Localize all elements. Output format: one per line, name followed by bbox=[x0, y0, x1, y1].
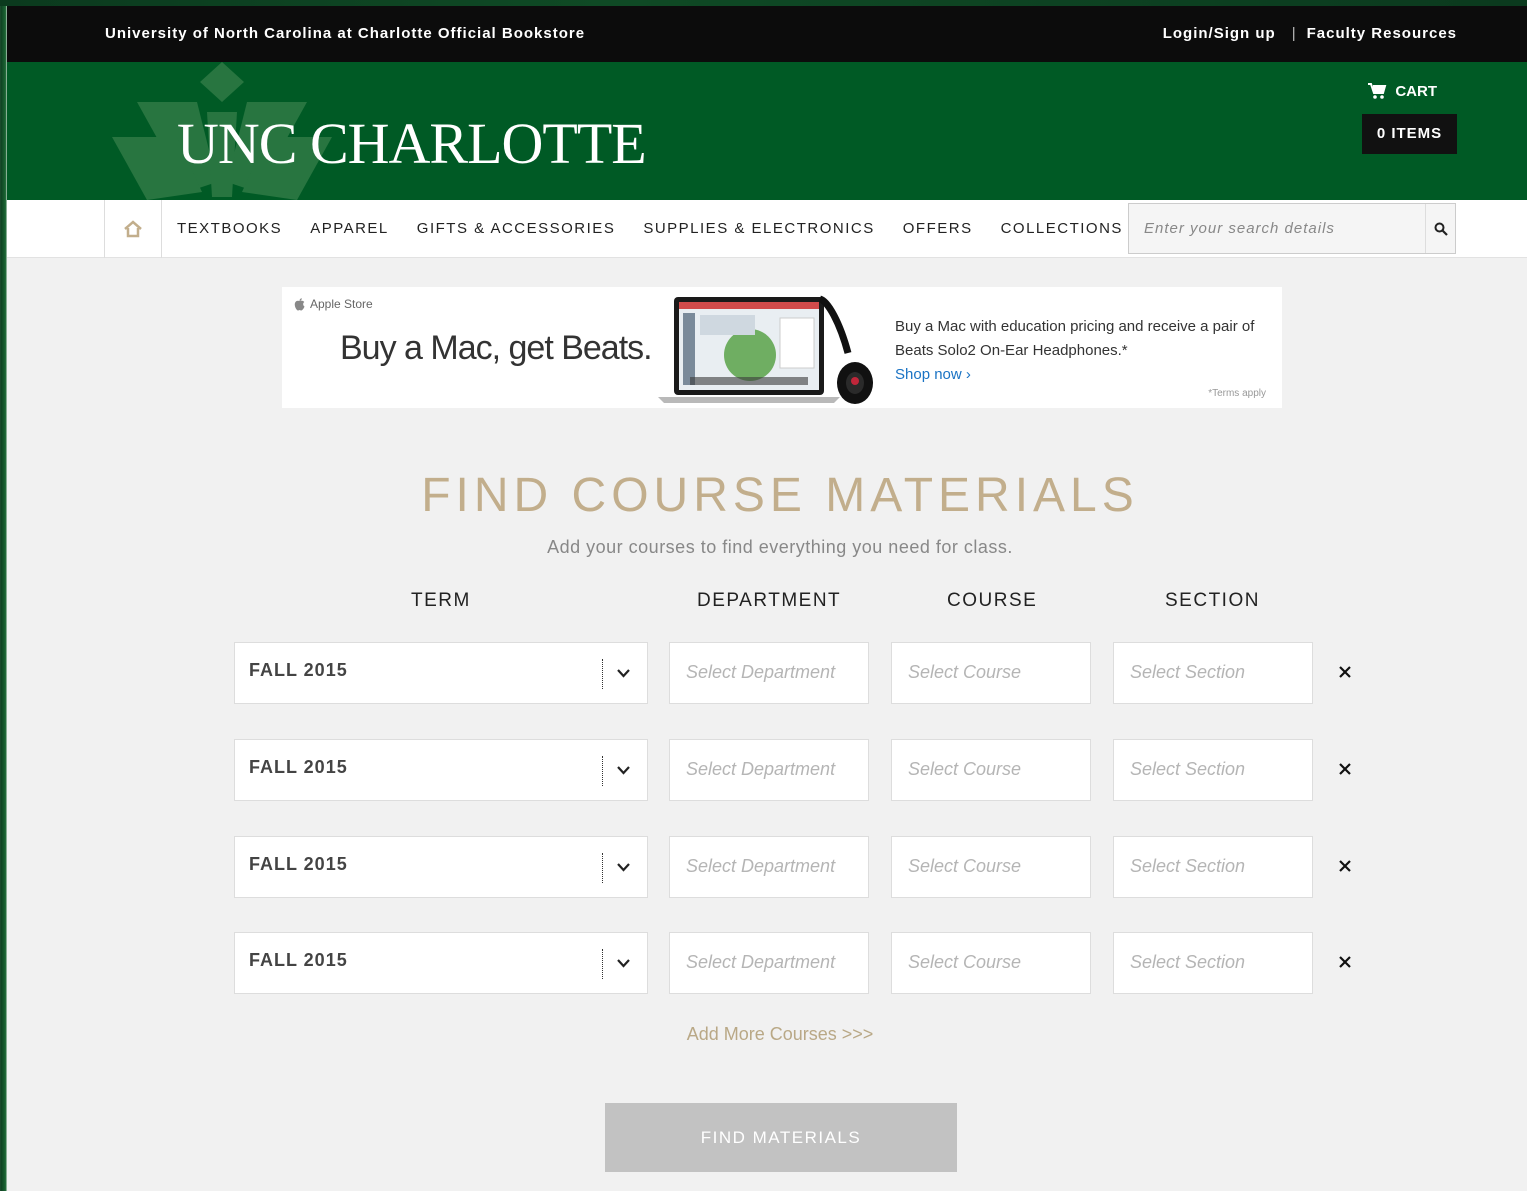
term-value: FALL 2015 bbox=[249, 660, 348, 680]
cart-items-button[interactable]: 0 ITEMS bbox=[1362, 114, 1457, 154]
department-placeholder: Select Department bbox=[686, 952, 836, 972]
home-icon bbox=[124, 220, 142, 238]
course-row: FALL 2015 Select Department Select Cours… bbox=[7, 642, 1527, 704]
remove-row-button[interactable] bbox=[1335, 757, 1355, 781]
section-placeholder: Select Section bbox=[1130, 759, 1246, 779]
site-logo[interactable]: UNC CHARLOTTE bbox=[177, 110, 647, 177]
utility-bar: University of North Carolina at Charlott… bbox=[7, 6, 1527, 62]
column-header-term: TERM bbox=[411, 590, 471, 611]
term-value: FALL 2015 bbox=[249, 950, 348, 970]
find-materials-button[interactable]: FIND MATERIALS bbox=[605, 1103, 957, 1172]
page-title: FIND COURSE MATERIALS bbox=[421, 469, 1139, 522]
apple-icon bbox=[294, 297, 305, 310]
nav-item-collections[interactable]: COLLECTIONS bbox=[1001, 220, 1123, 237]
course-select[interactable]: Select Course bbox=[891, 932, 1091, 994]
column-header-section: SECTION bbox=[1165, 590, 1260, 611]
home-button[interactable] bbox=[104, 200, 162, 258]
search-icon bbox=[1434, 222, 1448, 236]
column-header-course: COURSE bbox=[947, 590, 1038, 611]
select-divider bbox=[602, 949, 603, 979]
select-divider bbox=[602, 659, 603, 689]
nav-item-textbooks[interactable]: TEXTBOOKS bbox=[177, 220, 282, 237]
course-placeholder: Select Course bbox=[908, 952, 1022, 972]
select-divider bbox=[602, 853, 603, 883]
shop-now-link[interactable]: Shop now › bbox=[895, 366, 971, 383]
cart-link[interactable]: CART bbox=[1367, 82, 1437, 100]
chevron-down-icon bbox=[617, 959, 630, 968]
course-select[interactable]: Select Course bbox=[891, 836, 1091, 898]
select-divider bbox=[602, 756, 603, 786]
remove-row-button[interactable] bbox=[1335, 854, 1355, 878]
apple-store-text: Apple Store bbox=[310, 297, 373, 311]
chevron-down-icon bbox=[617, 766, 630, 775]
macbook-beats-image bbox=[658, 295, 873, 404]
page: University of North Carolina at Charlott… bbox=[7, 6, 1527, 1191]
course-placeholder: Select Course bbox=[908, 662, 1022, 682]
department-select[interactable]: Select Department bbox=[669, 739, 869, 801]
department-placeholder: Select Department bbox=[686, 856, 836, 876]
department-select[interactable]: Select Department bbox=[669, 642, 869, 704]
course-placeholder: Select Course bbox=[908, 759, 1022, 779]
term-select[interactable]: FALL 2015 bbox=[234, 932, 648, 994]
section-select[interactable]: Select Section bbox=[1113, 932, 1313, 994]
faculty-resources-link[interactable]: Faculty Resources bbox=[1307, 25, 1457, 42]
section-select[interactable]: Select Section bbox=[1113, 739, 1313, 801]
apple-store-label: Apple Store bbox=[294, 297, 373, 311]
section-select[interactable]: Select Section bbox=[1113, 836, 1313, 898]
section-select[interactable]: Select Section bbox=[1113, 642, 1313, 704]
column-header-department: DEPARTMENT bbox=[697, 590, 842, 611]
term-select[interactable]: FALL 2015 bbox=[234, 836, 648, 898]
login-link[interactable]: Login/Sign up bbox=[1163, 25, 1276, 42]
close-icon bbox=[1339, 956, 1351, 968]
search-box bbox=[1128, 203, 1456, 254]
section-placeholder: Select Section bbox=[1130, 662, 1246, 682]
term-value: FALL 2015 bbox=[249, 757, 348, 777]
course-row: FALL 2015 Select Department Select Cours… bbox=[7, 932, 1527, 994]
section-placeholder: Select Section bbox=[1130, 952, 1246, 972]
main-nav: TEXTBOOKS APPAREL GIFTS & ACCESSORIES SU… bbox=[7, 200, 1527, 258]
store-name: University of North Carolina at Charlott… bbox=[105, 25, 586, 42]
course-placeholder: Select Course bbox=[908, 856, 1022, 876]
remove-row-button[interactable] bbox=[1335, 950, 1355, 974]
department-select[interactable]: Select Department bbox=[669, 932, 869, 994]
course-row: FALL 2015 Select Department Select Cours… bbox=[7, 836, 1527, 898]
chevron-down-icon bbox=[617, 863, 630, 872]
term-select[interactable]: FALL 2015 bbox=[234, 642, 648, 704]
site-header: UNC CHARLOTTE CART 0 ITEMS bbox=[7, 62, 1527, 200]
term-select[interactable]: FALL 2015 bbox=[234, 739, 648, 801]
course-select[interactable]: Select Course bbox=[891, 739, 1091, 801]
close-icon bbox=[1339, 860, 1351, 872]
terms-note: *Terms apply bbox=[1208, 388, 1266, 399]
utility-links: Login/Sign up | Faculty Resources bbox=[1163, 25, 1457, 42]
apple-promo-banner[interactable]: Apple Store Buy a Mac, get Beats. Buy a … bbox=[282, 287, 1282, 408]
nav-item-gifts-accessories[interactable]: GIFTS & ACCESSORIES bbox=[417, 220, 616, 237]
course-select[interactable]: Select Course bbox=[891, 642, 1091, 704]
search-button[interactable] bbox=[1425, 204, 1455, 253]
course-row: FALL 2015 Select Department Select Cours… bbox=[7, 739, 1527, 801]
add-more-label[interactable]: Add More Courses >>> bbox=[687, 1024, 874, 1044]
promo-headline: Buy a Mac, get Beats. bbox=[340, 329, 653, 367]
close-icon bbox=[1339, 763, 1351, 775]
term-value: FALL 2015 bbox=[249, 854, 348, 874]
remove-row-button[interactable] bbox=[1335, 660, 1355, 684]
nav-item-offers[interactable]: OFFERS bbox=[903, 220, 973, 237]
add-more-courses-link[interactable]: Add More Courses >>> bbox=[7, 1024, 1527, 1045]
close-icon bbox=[1339, 666, 1351, 678]
nav-item-apparel[interactable]: APPAREL bbox=[310, 220, 389, 237]
department-select[interactable]: Select Department bbox=[669, 836, 869, 898]
nav-menu: TEXTBOOKS APPAREL GIFTS & ACCESSORIES SU… bbox=[177, 220, 1151, 237]
cart-label: CART bbox=[1395, 82, 1437, 100]
page-subtitle: Add your courses to find everything you … bbox=[547, 537, 1013, 557]
link-separator: | bbox=[1291, 25, 1297, 42]
department-placeholder: Select Department bbox=[686, 759, 836, 779]
promo-description: Buy a Mac with education pricing and rec… bbox=[895, 315, 1255, 387]
cart-icon bbox=[1368, 83, 1387, 99]
nav-item-supplies-electronics[interactable]: SUPPLIES & ELECTRONICS bbox=[643, 220, 874, 237]
search-input[interactable] bbox=[1129, 204, 1425, 253]
chevron-down-icon bbox=[617, 669, 630, 678]
promo-description-text: Buy a Mac with education pricing and rec… bbox=[895, 318, 1255, 359]
department-placeholder: Select Department bbox=[686, 662, 836, 682]
section-placeholder: Select Section bbox=[1130, 856, 1246, 876]
